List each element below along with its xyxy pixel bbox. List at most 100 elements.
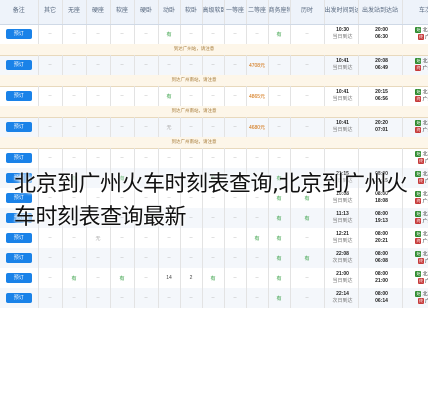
column-header[interactable]: 历时 <box>290 0 325 25</box>
book-button[interactable]: 预订 <box>5 293 32 303</box>
from-station[interactable]: 始北京西 <box>406 250 428 258</box>
to-station[interactable]: 终广州 <box>406 158 428 165</box>
seat-cell: 4865元 <box>246 86 269 106</box>
seat-cell: -- <box>38 148 63 168</box>
train-row: 预订 -- -- -- -- -- -- -- -- -- 4708元 -- -- 10:41 当日到达 20… <box>0 55 428 75</box>
station-name: 北京西 <box>422 271 428 277</box>
end-badge: 终 <box>417 34 424 41</box>
seat-cell: -- <box>202 288 225 308</box>
seat-cell: -- <box>134 86 159 106</box>
seat-cell: -- <box>224 268 247 288</box>
seat-cell: -- <box>290 117 325 137</box>
book-button[interactable]: 预订 <box>5 122 32 133</box>
depart-time: 08:00 <box>375 251 388 257</box>
end-badge: 终 <box>417 158 424 165</box>
seat-cell: 14 <box>158 268 181 288</box>
column-header[interactable]: 一等座 <box>224 0 247 25</box>
station-cell: 始北京西终广州 <box>402 288 428 308</box>
book-button[interactable]: 预订 <box>5 60 32 71</box>
end-badge: 终 <box>417 278 424 284</box>
notice-text: 到达广州南站，请注意 <box>171 139 217 145</box>
to-station[interactable]: 终广州南 <box>406 96 428 103</box>
station-cell: 始北京西终广州南 <box>402 117 428 137</box>
from-station[interactable]: 始北京西 <box>406 270 428 278</box>
column-header[interactable]: 备注 <box>0 0 39 25</box>
book-cell: 预订 <box>0 148 39 168</box>
seat-cell: -- <box>62 24 87 44</box>
seat-cell: -- <box>202 148 225 168</box>
seat-cell: 有 <box>158 24 181 44</box>
depart-time: 20:00 <box>375 27 388 34</box>
to-station[interactable]: 终广州南 <box>406 238 428 245</box>
column-header[interactable]: 出发时间到达时间 <box>324 0 359 25</box>
book-cell: 预订 <box>0 268 39 288</box>
from-station[interactable]: 始北京西 <box>406 290 428 298</box>
station-name: 北京西 <box>422 151 428 158</box>
seat-cell: 4708元 <box>246 55 269 75</box>
book-button[interactable]: 预订 <box>5 91 32 102</box>
book-button[interactable]: 预订 <box>5 253 32 263</box>
book-button[interactable]: 预订 <box>5 153 32 164</box>
column-header[interactable]: 出发站到达站 <box>358 0 403 25</box>
column-header[interactable]: 软座 <box>110 0 135 25</box>
column-header[interactable]: 车次 <box>402 0 428 25</box>
seat-cell: -- <box>134 268 159 288</box>
to-station[interactable]: 终广州 <box>406 34 428 41</box>
to-station[interactable]: 终广州南 <box>406 65 428 72</box>
column-header[interactable]: 无座 <box>62 0 87 25</box>
book-button[interactable]: 预订 <box>5 29 32 40</box>
start-badge: 始 <box>415 26 422 33</box>
seat-cell: -- <box>134 288 159 308</box>
to-station[interactable]: 终广州南 <box>406 127 428 134</box>
seat-cell: -- <box>224 288 247 308</box>
column-header[interactable]: 硬卧 <box>134 0 159 25</box>
seat-cell: -- <box>110 288 135 308</box>
depart-time: 20:08 <box>375 58 388 65</box>
seat-cell: -- <box>134 117 159 137</box>
seat-cell: -- <box>246 248 269 268</box>
column-header[interactable]: 高级软卧 <box>202 0 225 25</box>
train-row: 预订 -- -- -- -- -- -- -- -- -- -- 有有 22:08 次日到达 08:00 06… <box>0 248 428 268</box>
duration-cell: 10:30 当日到达 <box>324 24 359 44</box>
seat-cell: -- <box>38 117 63 137</box>
train-row: 预订 -- -- -- -- -- 无 -- -- -- 4680元 -- -- 10:41 当日到达 20:… <box>0 117 428 137</box>
column-header[interactable]: 商务座特等座 <box>268 0 291 25</box>
station-name: 北京西 <box>422 58 428 65</box>
column-header[interactable]: 二等座 <box>246 0 269 25</box>
duration-value: 22:08 <box>336 251 349 257</box>
seat-cell: -- <box>224 117 247 137</box>
from-station[interactable]: 始北京西 <box>406 26 428 34</box>
column-header[interactable]: 硬座 <box>86 0 111 25</box>
to-station[interactable]: 终广州 <box>406 258 428 265</box>
seat-cell: 2 <box>180 268 203 288</box>
book-button[interactable]: 预订 <box>5 273 32 283</box>
start-badge: 始 <box>415 250 422 257</box>
station-name: 广州南 <box>422 127 428 134</box>
seat-cell: -- <box>38 24 63 44</box>
seat-cell: -- <box>158 148 181 168</box>
seat-cell: -- <box>158 288 181 308</box>
book-cell: 预订 <box>0 86 39 106</box>
start-badge: 始 <box>415 119 422 126</box>
seat-cell: -- <box>62 86 87 106</box>
depart-time: 08:00 <box>375 291 388 297</box>
seat-cell: -- <box>224 248 247 268</box>
column-header[interactable]: 软卧 <box>180 0 203 25</box>
seat-cell: -- <box>110 86 135 106</box>
to-station[interactable]: 终广州 <box>406 278 428 285</box>
seat-cell: -- <box>110 148 135 168</box>
seat-cell: -- <box>86 288 111 308</box>
duration-value: 22:14 <box>336 291 349 297</box>
to-station[interactable]: 终广州 <box>406 298 428 305</box>
book-button[interactable]: 预订 <box>5 233 32 243</box>
column-header[interactable]: 其它 <box>38 0 63 25</box>
seat-cell: -- <box>110 248 135 268</box>
seat-cell: -- <box>180 117 203 137</box>
from-station[interactable]: 始北京西 <box>406 150 428 158</box>
seat-cell: -- <box>110 55 135 75</box>
seat-cell: -- <box>290 24 325 44</box>
column-header[interactable]: 动卧 <box>158 0 181 25</box>
duration-cell <box>324 148 359 168</box>
arrival-day: 当日到达 <box>332 238 353 244</box>
notice-text: 到达广州南站，请注意 <box>171 77 217 83</box>
